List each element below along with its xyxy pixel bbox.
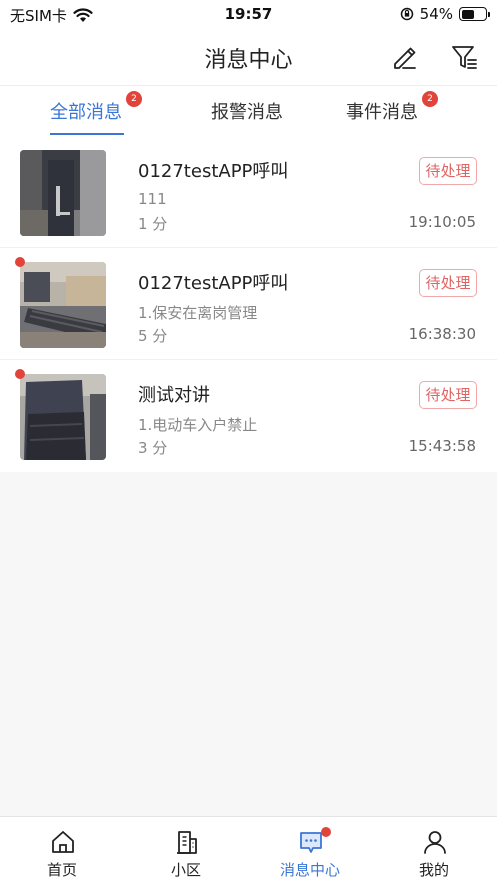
message-title: 测试对讲 (138, 385, 210, 406)
message-item[interactable]: 0127testAPP呼叫 111 1 分 待处理 19:10:05 (0, 136, 497, 248)
user-icon (424, 831, 446, 854)
status-badge: 待处理 (419, 157, 477, 185)
tab-all-messages[interactable]: 全部消息 (50, 98, 122, 124)
edit-button[interactable] (388, 41, 420, 73)
filter-button[interactable] (448, 41, 480, 73)
message-duration: 3 分 (138, 439, 168, 457)
tabbar-item-home[interactable]: 首页 (0, 817, 124, 883)
status-badge: 待处理 (419, 381, 477, 409)
tabbar-item-community[interactable]: 小区 (124, 817, 248, 883)
header: 消息中心 (0, 30, 497, 86)
orientation-lock-icon (400, 7, 413, 21)
battery-percent: 54% (419, 5, 453, 23)
page-title: 消息中心 (204, 48, 293, 73)
message-time: 19:10:05 (408, 213, 476, 231)
filter-icon (452, 46, 477, 69)
message-duration: 1 分 (138, 215, 168, 233)
tabbar-unread-dot (321, 827, 331, 837)
message-duration: 5 分 (138, 327, 168, 345)
status-badge: 待处理 (419, 269, 477, 297)
home-icon (52, 831, 74, 853)
message-item[interactable]: 0127testAPP呼叫 1.保安在离岗管理 5 分 待处理 16:38:30 (0, 248, 497, 360)
unread-dot (15, 257, 25, 267)
message-subtitle: 1.保安在离岗管理 (138, 304, 258, 322)
tab-event-badge: 2 (422, 91, 438, 107)
tab-all-badge: 2 (126, 91, 142, 107)
tabbar-label: 我的 (418, 861, 449, 879)
message-time: 15:43:58 (408, 437, 476, 455)
tabbar-item-messages[interactable]: 消息中心 (248, 817, 372, 883)
active-tab-indicator (50, 133, 124, 135)
tab-alarm-messages[interactable]: 报警消息 (211, 98, 283, 124)
message-snapshot (20, 150, 106, 236)
building-icon (177, 831, 197, 854)
edit-icon (394, 47, 416, 69)
message-snapshot (20, 262, 106, 348)
message-item[interactable]: 测试对讲 1.电动车入户禁止 3 分 待处理 15:43:58 (0, 360, 497, 472)
battery-area: 54% (400, 5, 490, 23)
message-title: 0127testAPP呼叫 (138, 273, 289, 294)
message-subtitle: 111 (138, 190, 167, 208)
battery-icon (459, 7, 490, 21)
message-time: 16:38:30 (408, 325, 476, 343)
tabbar-item-profile[interactable]: 我的 (372, 817, 496, 883)
tab-event-messages[interactable]: 事件消息 (346, 98, 418, 124)
bottom-tab-bar: 首页 小区 消息中心 我的 (0, 816, 497, 883)
battery-fill (461, 9, 474, 19)
tabbar-label: 小区 (170, 861, 201, 879)
tabbar-label: 首页 (46, 861, 77, 879)
message-snapshot (20, 374, 106, 460)
message-tabs: 全部消息 2 报警消息 事件消息 2 (0, 86, 497, 136)
status-bar: 无SIM卡 19:57 54% (0, 0, 497, 30)
message-list: 0127testAPP呼叫 111 1 分 待处理 19:10:05 0127t… (0, 136, 497, 472)
message-title: 0127testAPP呼叫 (138, 161, 289, 182)
message-subtitle: 1.电动车入户禁止 (138, 416, 258, 434)
tabbar-label: 消息中心 (279, 861, 340, 879)
unread-dot (15, 369, 25, 379)
